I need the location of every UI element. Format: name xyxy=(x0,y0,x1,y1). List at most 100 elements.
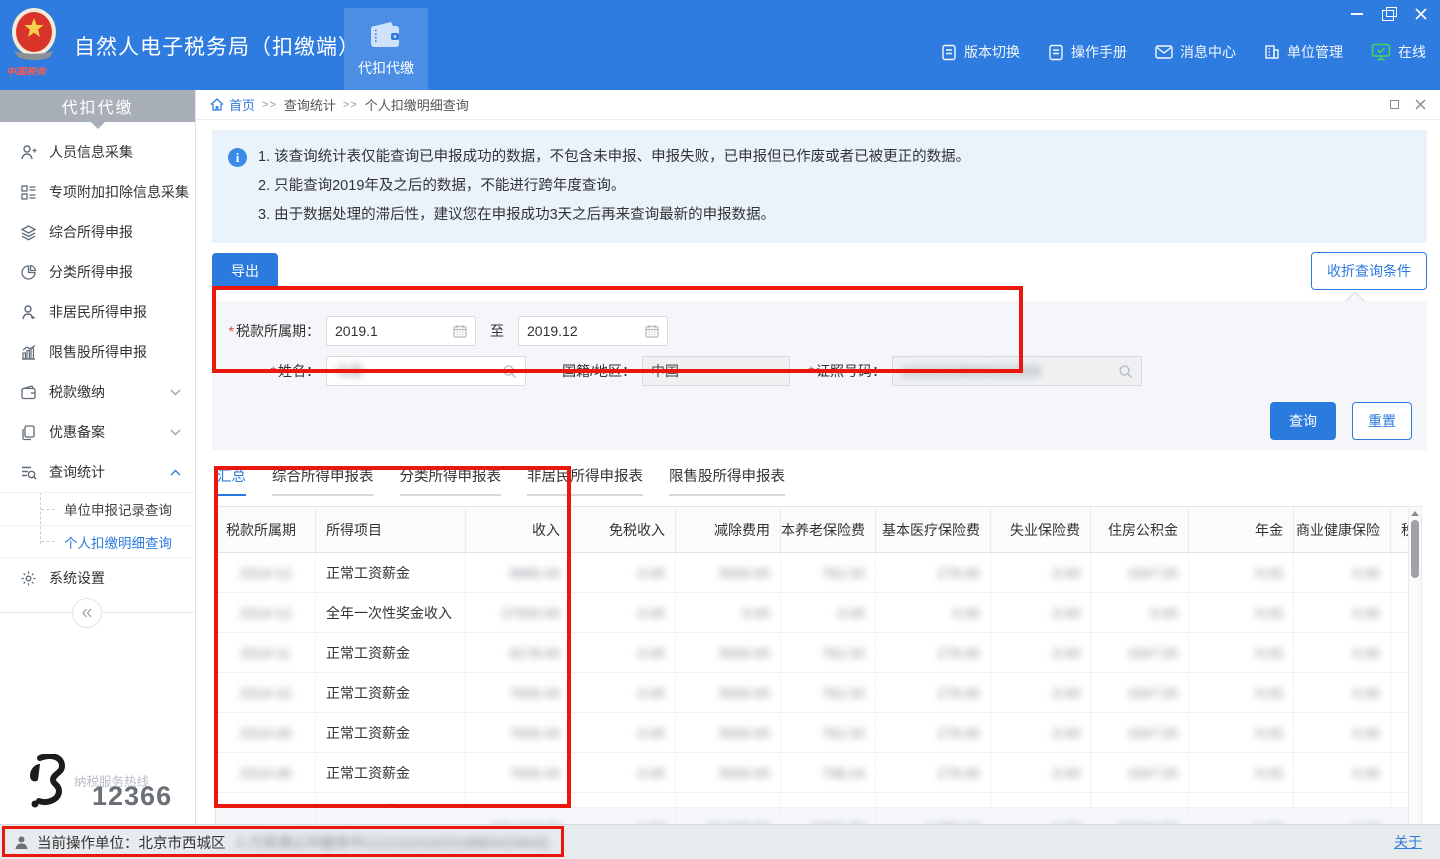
toolbar: 导出 收折查询条件 xyxy=(212,252,1427,290)
cell-income: 7645.00 xyxy=(466,713,571,752)
cell-health xyxy=(1294,793,1391,807)
cell-unemployment: 0.00 xyxy=(991,553,1091,592)
building-icon xyxy=(1264,44,1280,60)
collapse-query-button[interactable]: 收折查询条件 xyxy=(1311,252,1427,290)
sidebar-item-personnel-info[interactable]: 人员信息采集 xyxy=(0,132,195,172)
document-icon xyxy=(941,44,957,61)
about-link[interactable]: 关于 xyxy=(1394,832,1422,852)
sidebar-item-query-statistics[interactable]: 查询统计 xyxy=(0,452,195,492)
hotline-12366: 纳税服务热线 12366 xyxy=(26,754,149,812)
sidebar-item-system-settings[interactable]: 系统设置 xyxy=(0,558,195,598)
cell-health: 0.00 xyxy=(1294,808,1391,824)
vertical-scrollbar[interactable] xyxy=(1408,506,1422,824)
period-to-value: 2019.12 xyxy=(527,323,645,339)
sidebar-item-comprehensive-income[interactable]: 综合所得申报 xyxy=(0,212,195,252)
required-mark: * xyxy=(229,323,234,339)
cell-period: -- xyxy=(216,808,316,824)
id-number-value: 110102199304222329 xyxy=(901,363,1118,379)
cell-deduction: 5000.00 xyxy=(676,753,781,792)
chevron-up-icon xyxy=(170,469,181,476)
table-summary-row[interactable]: ----161,743.000.0060,000.008,991.362,960… xyxy=(216,808,1408,824)
notice-line-1: 1. 该查询统计表仅能查询已申报成功的数据，不包含未申报、申报失败，已申报但已作… xyxy=(258,143,970,172)
vertical-scroll-thumb[interactable] xyxy=(1411,520,1419,578)
menu-unit-management[interactable]: 单位管理 xyxy=(1264,42,1343,62)
tab-restricted-shares[interactable]: 限售股所得申报表 xyxy=(669,465,785,496)
sidebar-item-label: 非居民所得申报 xyxy=(49,302,181,322)
column-header-annuity: 年金 xyxy=(1189,507,1294,552)
column-header-housing: 住房公积金 xyxy=(1091,507,1189,552)
layers-icon xyxy=(20,224,37,241)
menu-message-center[interactable]: 消息中心 xyxy=(1155,42,1236,62)
breadcrumb-level2: 查询统计 xyxy=(284,95,336,114)
info-icon: i xyxy=(228,148,247,167)
sidebar-item-classified-income[interactable]: 分类所得申报 xyxy=(0,252,195,292)
scroll-up-icon[interactable] xyxy=(1409,507,1421,519)
menu-version-switch[interactable]: 版本切换 xyxy=(941,42,1020,62)
table-row[interactable]: 2019-11正常工资薪金9178.000.005000.00761.52279… xyxy=(216,633,1408,673)
cell-unemployment: 0.00 xyxy=(991,593,1091,632)
search-icon[interactable] xyxy=(502,364,517,379)
cell-item: 正常工资薪金 xyxy=(316,553,466,592)
cell-income xyxy=(466,793,571,807)
table-row[interactable]: 2019-08正常工资薪金7645.000.005000.00798.24279… xyxy=(216,753,1408,793)
sidebar-subitem-personal-withholding-query[interactable]: 个人扣缴明细查询 xyxy=(0,525,195,558)
sidebar-item-label: 系统设置 xyxy=(49,568,181,588)
period-to-input[interactable]: 2019.12 xyxy=(518,316,668,346)
cell-deduction: 5000.00 xyxy=(676,633,781,672)
cell-medical xyxy=(876,793,991,807)
collapse-sidebar-button[interactable] xyxy=(72,598,102,628)
menu-online-status[interactable]: 在线 xyxy=(1371,42,1426,62)
cell-item: 正常工资薪金 xyxy=(316,633,466,672)
calendar-icon[interactable] xyxy=(453,324,467,338)
tab-comprehensive-income[interactable]: 综合所得申报表 xyxy=(272,465,374,496)
table-row[interactable]: 2019-12正常工资薪金9985.000.005000.00761.52279… xyxy=(216,553,1408,593)
tab-daikou-daijiao[interactable]: 代扣代缴 xyxy=(344,8,428,90)
table-row[interactable]: 2019-12全年一次性奖金收入27500.000.000.000.000.00… xyxy=(216,593,1408,633)
sidebar-item-nonresident-income[interactable]: 非居民所得申报 xyxy=(0,292,195,332)
column-header-medical: 基本医疗保险费 xyxy=(876,507,991,552)
reset-button[interactable]: 重置 xyxy=(1352,402,1412,440)
sidebar-item-restricted-shares[interactable]: 限售股所得申报 xyxy=(0,332,195,372)
double-chevron-left-icon xyxy=(81,608,93,618)
minimize-icon[interactable] xyxy=(1350,7,1364,21)
period-from-input[interactable]: 2019.1 xyxy=(326,316,476,346)
copy-icon xyxy=(20,424,37,441)
table-row[interactable]: .. xyxy=(216,793,1408,808)
cell-tax_free: 0.00 xyxy=(571,553,676,592)
menu-manual[interactable]: 操作手册 xyxy=(1048,42,1127,62)
cell-item: -- xyxy=(316,808,466,824)
cell-income: 161,743.00 xyxy=(466,808,571,824)
sidebar-item-tax-payment[interactable]: 税款缴纳 xyxy=(0,372,195,412)
tab-summary[interactable]: 汇总 xyxy=(217,465,246,496)
breadcrumb-home[interactable]: 首页 xyxy=(210,95,255,114)
calendar-icon[interactable] xyxy=(645,324,659,338)
restore-icon[interactable] xyxy=(1382,7,1396,21)
search-button[interactable]: 查询 xyxy=(1270,402,1336,440)
sidebar-header-caret xyxy=(91,122,105,129)
cell-housing: 0.00 xyxy=(1091,593,1189,632)
table-row[interactable]: 2019-10正常工资薪金7645.000.005000.00761.52279… xyxy=(216,673,1408,713)
sidebar-item-special-deduction[interactable]: 专项附加扣除信息采集 xyxy=(0,172,195,212)
close-icon[interactable] xyxy=(1414,7,1428,21)
cell-medical: 279.00 xyxy=(876,553,991,592)
name-input[interactable]: 马某 xyxy=(326,356,526,386)
export-button[interactable]: 导出 xyxy=(212,253,278,289)
column-header-tax_free: 免税收入 xyxy=(571,507,676,552)
tab-classified-income[interactable]: 分类所得申报表 xyxy=(400,465,502,496)
page-close-icon[interactable] xyxy=(1415,99,1426,110)
column-header-health: 商业健康保险 xyxy=(1294,507,1391,552)
sidebar-item-preferential-filing[interactable]: 优惠备案 xyxy=(0,412,195,452)
cell-unemployment xyxy=(991,793,1091,807)
statusbar: 当前操作单位：北京市西城区 人力资源公共服务中心(121101023198804… xyxy=(0,824,1440,859)
cell-tax_free: 0.00 xyxy=(571,593,676,632)
table-row[interactable]: 2019-09正常工资薪金7645.000.005000.00761.52279… xyxy=(216,713,1408,753)
cell-tax_free: 0.00 xyxy=(571,808,676,824)
nationality-label: 国籍/地区： xyxy=(526,361,636,381)
cell-annuity: 0.00 xyxy=(1189,808,1294,824)
tab-nonresident-income[interactable]: 非居民所得申报表 xyxy=(527,465,643,496)
sidebar-subitem-unit-declaration-query[interactable]: 单位申报记录查询 xyxy=(0,492,195,525)
id-number-input[interactable]: 110102199304222329 xyxy=(892,356,1142,386)
page-maximize-icon[interactable] xyxy=(1390,100,1399,109)
search-icon[interactable] xyxy=(1118,364,1133,379)
cell-pension: 761.52 xyxy=(781,673,876,712)
